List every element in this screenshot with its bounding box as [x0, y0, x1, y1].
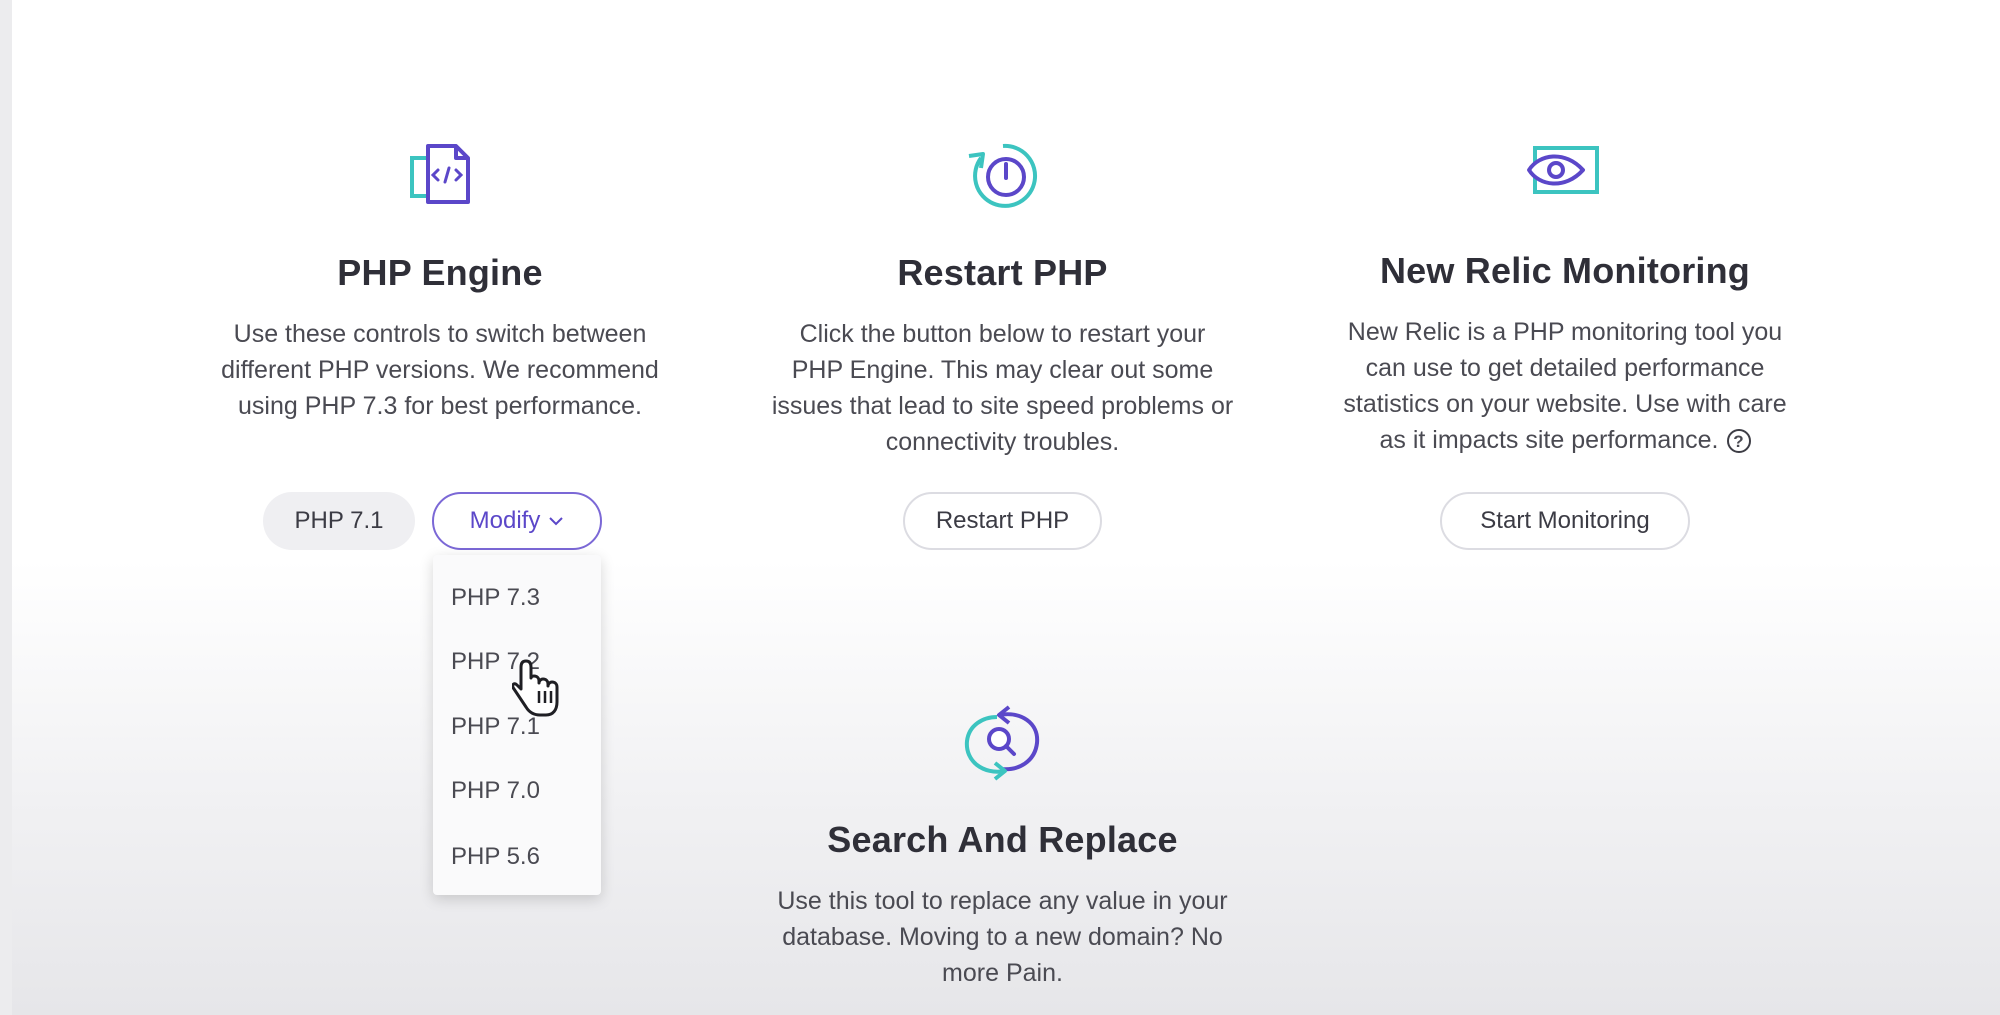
php-engine-desc-line: different PHP versions. We recommend [221, 356, 659, 384]
restart-php-desc-line: Click the button below to restart your [799, 320, 1206, 348]
restart-php-desc-line: issues that lead to site speed problems … [771, 392, 1234, 420]
new-relic-desc-line: New Relic is a PHP monitoring tool you [1347, 318, 1783, 346]
search-replace-description: Use this tool to replace any value in yo… [740, 883, 1265, 991]
search-replace-desc-line: database. Moving to a new domain? No [782, 923, 1223, 951]
modify-php-version-button[interactable]: Modify [432, 492, 602, 550]
dropdown-option-php-5-6[interactable]: PHP 5.6 [451, 843, 540, 871]
php-engine-section: PHP Engine Use these controls to switch … [190, 140, 690, 424]
start-monitoring-button[interactable]: Start Monitoring [1440, 492, 1690, 550]
restart-php-title: Restart PHP [897, 252, 1108, 293]
restart-php-desc-line: connectivity troubles. [885, 428, 1120, 456]
current-php-version-badge: PHP 7.1 [263, 492, 415, 550]
search-replace-icon [964, 705, 1039, 781]
modify-button-label: Modify [469, 507, 541, 534]
php-code-file-icon [410, 144, 470, 204]
restart-php-button[interactable]: Restart PHP [903, 492, 1102, 550]
new-relic-desc-line: as it impacts site performance. [1379, 426, 1719, 454]
start-monitoring-button-label: Start Monitoring [1480, 507, 1650, 534]
php-version-dropdown-menu: PHP 7.3 PHP 7.2 PHP 7.1 PHP 7.0 PHP 5.6 [433, 555, 601, 895]
search-replace-desc-line: more Pain. [942, 959, 1063, 987]
restart-php-section: Restart PHP Click the button below to re… [740, 140, 1265, 460]
restart-php-description: Click the button below to restart your P… [740, 316, 1265, 460]
php-engine-desc-line: using PHP 7.3 for best performance. [238, 392, 642, 420]
restart-php-desc-line: PHP Engine. This may clear out some [791, 356, 1214, 384]
search-replace-desc-line: Use this tool to replace any value in yo… [777, 887, 1228, 915]
php-engine-title: PHP Engine [337, 252, 543, 293]
dropdown-option-php-7-3[interactable]: PHP 7.3 [451, 584, 540, 612]
new-relic-description: New Relic is a PHP monitoring tool you c… [1290, 314, 1840, 458]
restart-php-button-label: Restart PHP [935, 507, 1070, 534]
php-engine-desc-line: Use these controls to switch between [233, 320, 647, 348]
monitor-eye-icon [1527, 146, 1599, 194]
dropdown-option-php-7-0[interactable]: PHP 7.0 [451, 777, 540, 805]
search-replace-section: Search And Replace Use this tool to repl… [740, 705, 1265, 991]
search-replace-title: Search And Replace [827, 819, 1178, 860]
page-left-edge [0, 0, 12, 1015]
current-php-version-label: PHP 7.1 [294, 507, 384, 534]
new-relic-desc-line: can use to get detailed performance [1365, 354, 1765, 382]
php-engine-description: Use these controls to switch between dif… [190, 316, 690, 424]
new-relic-title: New Relic Monitoring [1379, 250, 1750, 291]
restart-power-icon [968, 143, 1037, 208]
new-relic-section: New Relic Monitoring New Relic is a PHP … [1290, 140, 1840, 458]
new-relic-desc-line: statistics on your website. Use with car… [1343, 390, 1787, 418]
chevron-down-icon [549, 517, 564, 526]
help-question-icon[interactable]: ? [1726, 429, 1751, 454]
hand-pointer-cursor-icon [512, 659, 559, 717]
